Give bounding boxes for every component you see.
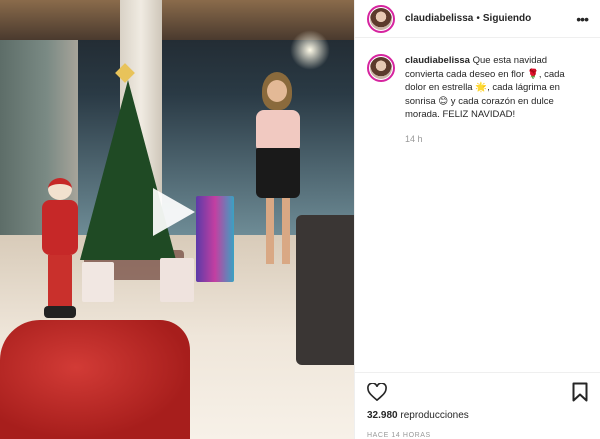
caption-text: claudiabelissa Que esta navidad conviert… — [405, 54, 575, 122]
action-bar — [355, 372, 600, 410]
play-icon[interactable] — [153, 188, 195, 236]
views-number: 32.980 — [367, 410, 398, 421]
separator: • — [476, 13, 480, 24]
gift-box-stack — [196, 196, 234, 282]
santa-figure — [38, 178, 82, 318]
red-armchair — [0, 320, 190, 439]
video-player[interactable] — [0, 0, 354, 439]
heart-icon[interactable] — [367, 382, 387, 401]
views-label: reproducciones — [400, 410, 469, 421]
gift-box — [160, 258, 194, 302]
comments-section: claudiabelissa Que esta navidad conviert… — [355, 38, 600, 372]
bookmark-icon[interactable] — [572, 382, 588, 402]
sofa — [296, 215, 354, 365]
avatar[interactable] — [367, 4, 395, 33]
post-timestamp: HACE 14 HORAS — [367, 432, 431, 439]
instagram-post: claudiabelissa • Siguiendo ••• claudiabeli… — [0, 0, 600, 439]
scene-light — [290, 30, 330, 70]
caption-time: 14 h — [405, 133, 423, 144]
username-link[interactable]: claudiabelissa — [405, 13, 473, 24]
more-horizontal-icon[interactable]: ••• — [576, 11, 589, 27]
post-sidebar: claudiabelissa • Siguiendo ••• claudiabeli… — [354, 0, 600, 439]
following-button[interactable]: Siguiendo — [483, 13, 531, 24]
header-user-info: claudiabelissa • Siguiendo — [405, 13, 531, 24]
views-count[interactable]: 32.980 reproducciones — [355, 410, 600, 428]
caption: claudiabelissa Que esta navidad conviert… — [367, 54, 588, 122]
gift-box — [82, 262, 114, 302]
post-header: claudiabelissa • Siguiendo ••• — [355, 0, 600, 38]
caption-username[interactable]: claudiabelissa — [405, 55, 470, 66]
avatar[interactable] — [367, 54, 395, 82]
